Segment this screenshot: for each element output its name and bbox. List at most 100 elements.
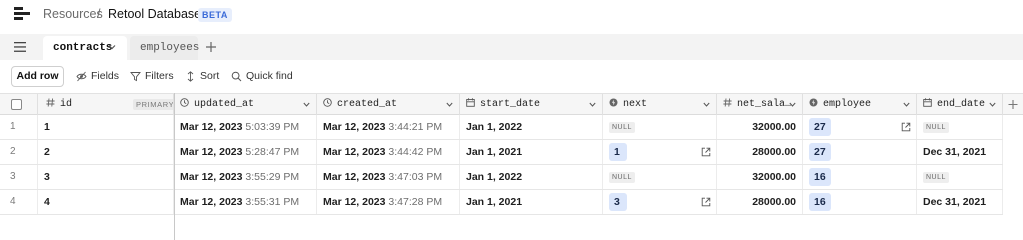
- cell-next[interactable]: 1: [603, 140, 717, 164]
- chevron-down-icon[interactable]: [446, 102, 453, 107]
- cell-updated-at[interactable]: Mar 12, 2023 3:55:31 PM: [174, 190, 317, 214]
- cell-employee[interactable]: 16: [803, 190, 917, 214]
- cell-employee[interactable]: 27: [803, 115, 917, 139]
- external-link-icon[interactable]: [901, 122, 911, 132]
- cell-next[interactable]: NULL: [603, 115, 717, 139]
- cell-end-date[interactable]: NULL: [917, 115, 1003, 139]
- column-header-created-at[interactable]: created_at: [317, 94, 460, 115]
- cell-end-date[interactable]: Dec 31, 2021: [917, 190, 1003, 214]
- cell-updated-at[interactable]: Mar 12, 2023 3:55:29 PM: [174, 165, 317, 189]
- cell-employee[interactable]: 16: [803, 165, 917, 189]
- time-text: 3:44:42 PM: [388, 146, 443, 158]
- hash-icon: [723, 98, 732, 107]
- column-header-updated-at[interactable]: updated_at: [174, 94, 317, 115]
- null-badge: NULL: [923, 172, 949, 183]
- foreign-key-chip[interactable]: 27: [809, 118, 831, 136]
- table-row[interactable]: 4 4 Mar 12, 2023 3:55:31 PM Mar 12, 2023…: [0, 190, 1003, 215]
- date-text: Mar 12, 2023: [180, 146, 243, 158]
- column-header-next[interactable]: next: [603, 94, 717, 115]
- breadcrumb-resources[interactable]: Resources: [43, 7, 103, 21]
- fields-button[interactable]: Fields: [76, 70, 119, 82]
- foreign-key-chip[interactable]: 27: [809, 143, 831, 161]
- foreign-key-chip[interactable]: 16: [809, 193, 831, 211]
- cell-net-salary[interactable]: 28000.00: [717, 140, 803, 164]
- breadcrumb-current: Retool Database: [108, 7, 202, 21]
- add-row-button[interactable]: Add row: [11, 66, 64, 87]
- foreign-key-chip[interactable]: 3: [609, 193, 627, 211]
- chevron-down-icon[interactable]: [789, 102, 796, 107]
- add-table-icon[interactable]: [205, 41, 217, 53]
- date-text: Mar 12, 2023: [323, 196, 386, 208]
- external-link-icon[interactable]: [701, 197, 711, 207]
- chevron-down-icon[interactable]: [589, 102, 596, 107]
- filters-button[interactable]: Filters: [130, 70, 174, 82]
- column-label: employee: [823, 99, 872, 110]
- row-number: 4: [0, 190, 38, 214]
- cell-id[interactable]: 1: [38, 115, 174, 139]
- tab-employees[interactable]: employees: [130, 36, 199, 60]
- select-all-checkbox[interactable]: [11, 99, 22, 110]
- column-header-end-date[interactable]: end_date: [917, 94, 1003, 115]
- chevron-down-icon[interactable]: [903, 102, 910, 107]
- filter-icon: [130, 71, 141, 81]
- external-link-icon[interactable]: [701, 147, 711, 157]
- date-text: Mar 12, 2023: [323, 121, 386, 133]
- table-row[interactable]: 1 1 Mar 12, 2023 5:03:39 PM Mar 12, 2023…: [0, 115, 1003, 140]
- cell-created-at[interactable]: Mar 12, 2023 3:44:21 PM: [317, 115, 460, 139]
- sort-button[interactable]: Sort: [185, 70, 219, 82]
- cell-next[interactable]: NULL: [603, 165, 717, 189]
- tab-label: contracts: [53, 42, 113, 54]
- search-icon: [231, 71, 242, 81]
- cell-updated-at[interactable]: Mar 12, 2023 5:28:47 PM: [174, 140, 317, 164]
- cell-net-salary[interactable]: 28000.00: [717, 190, 803, 214]
- date-text: Mar 12, 2023: [323, 171, 386, 183]
- cell-start-date[interactable]: Jan 1, 2021: [460, 190, 603, 214]
- clock-icon: [180, 98, 189, 107]
- cell-created-at[interactable]: Mar 12, 2023 3:47:28 PM: [317, 190, 460, 214]
- chevron-down-icon[interactable]: [989, 102, 996, 107]
- column-label: updated_at: [194, 99, 255, 110]
- add-column-icon[interactable]: [1003, 94, 1023, 115]
- column-label: id: [60, 99, 73, 110]
- header-row: id PRIMARY KEY updated_at created_at sta…: [0, 93, 1023, 115]
- filters-label: Filters: [145, 70, 174, 82]
- row-number: 2: [0, 140, 38, 164]
- menu-icon[interactable]: [14, 42, 26, 52]
- cell-created-at[interactable]: Mar 12, 2023 3:47:03 PM: [317, 165, 460, 189]
- cell-start-date[interactable]: Jan 1, 2021: [460, 140, 603, 164]
- toolbar: Add row Fields Filters Sort Quick find: [0, 60, 1023, 94]
- chevron-down-icon[interactable]: [303, 102, 310, 107]
- cell-end-date[interactable]: NULL: [917, 165, 1003, 189]
- cell-employee[interactable]: 27: [803, 140, 917, 164]
- column-header-id[interactable]: id PRIMARY KEY: [38, 94, 174, 115]
- cell-created-at[interactable]: Mar 12, 2023 3:44:42 PM: [317, 140, 460, 164]
- column-label: created_at: [337, 99, 398, 110]
- column-header-start-date[interactable]: start_date: [460, 94, 603, 115]
- fields-label: Fields: [91, 70, 120, 82]
- chevron-down-icon[interactable]: [108, 44, 116, 50]
- table-row[interactable]: 2 2 Mar 12, 2023 5:28:47 PM Mar 12, 2023…: [0, 140, 1003, 165]
- cell-updated-at[interactable]: Mar 12, 2023 5:03:39 PM: [174, 115, 317, 139]
- beta-badge: BETA: [198, 8, 232, 22]
- column-header-net-salary[interactable]: net_sala…: [717, 94, 803, 115]
- cell-next[interactable]: 3: [603, 190, 717, 214]
- chevron-down-icon[interactable]: [703, 102, 710, 107]
- calendar-icon: [466, 98, 475, 107]
- cell-id[interactable]: 2: [38, 140, 174, 164]
- retool-logo-icon[interactable]: [14, 7, 30, 21]
- cell-id[interactable]: 3: [38, 165, 174, 189]
- cell-id[interactable]: 4: [38, 190, 174, 214]
- cell-net-salary[interactable]: 32000.00: [717, 115, 803, 139]
- table-row[interactable]: 3 3 Mar 12, 2023 3:55:29 PM Mar 12, 2023…: [0, 165, 1003, 190]
- cell-net-salary[interactable]: 32000.00: [717, 165, 803, 189]
- quick-find-button[interactable]: Quick find: [231, 70, 293, 82]
- cell-start-date[interactable]: Jan 1, 2022: [460, 115, 603, 139]
- eye-off-icon: [76, 71, 87, 81]
- quick-find-label: Quick find: [246, 70, 293, 82]
- header: Resources / Retool Database BETA: [0, 0, 1023, 30]
- foreign-key-chip[interactable]: 1: [609, 143, 627, 161]
- cell-start-date[interactable]: Jan 1, 2022: [460, 165, 603, 189]
- column-header-employee[interactable]: employee: [803, 94, 917, 115]
- foreign-key-chip[interactable]: 16: [809, 168, 831, 186]
- cell-end-date[interactable]: Dec 31, 2021: [917, 140, 1003, 164]
